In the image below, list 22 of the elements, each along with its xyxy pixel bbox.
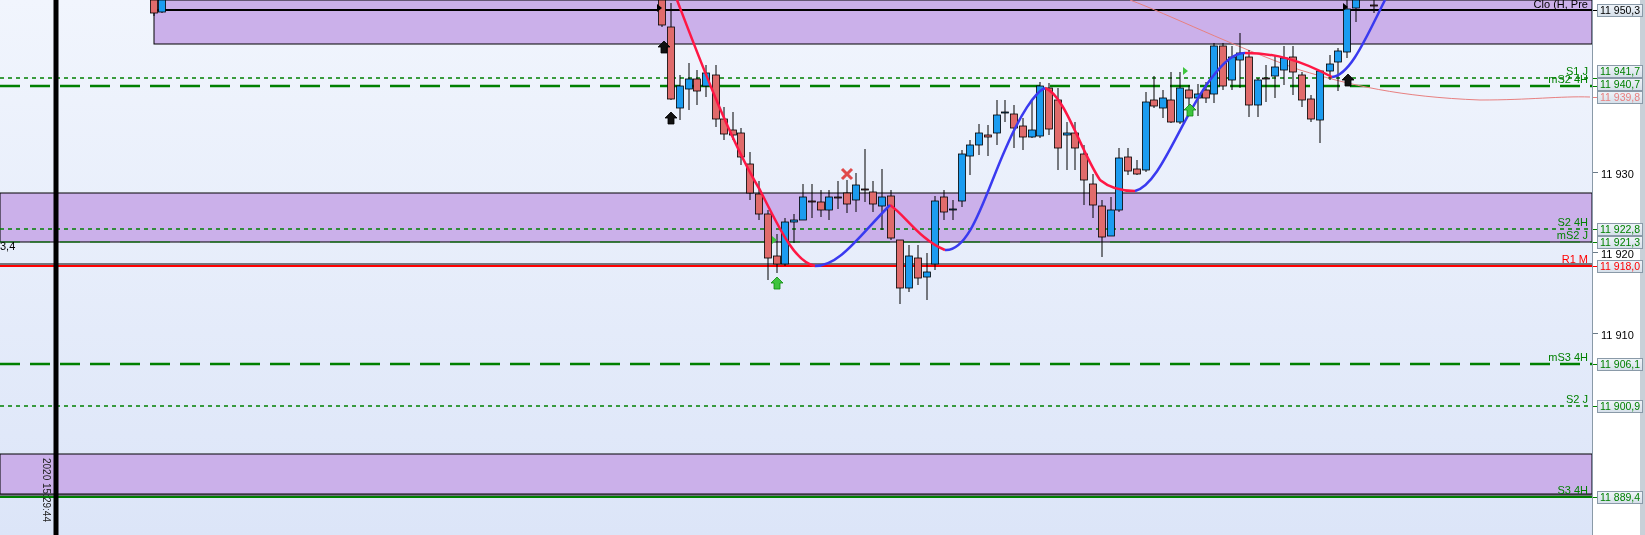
price-tag: 11 939,8 — [1597, 91, 1644, 104]
level-label: S3 4H — [1557, 484, 1588, 496]
timestamp-label: 2020 15:29:44 — [41, 458, 52, 522]
price-tag: 11 940,7 — [1597, 78, 1644, 91]
level-label: R1 M — [1561, 253, 1588, 265]
price-tag: 11 889,4 — [1597, 491, 1644, 504]
level-label: mS2 J — [1556, 229, 1588, 241]
level-label: S2 J — [1566, 393, 1588, 405]
level-label: mS3 4H — [1548, 351, 1588, 363]
level-label: Clo (H, Pre — [1533, 0, 1588, 10]
price-tag: 11 906,1 — [1597, 358, 1644, 371]
axis-tick-label: 11 930 — [1601, 169, 1634, 179]
axis-tick-label: 11 910 — [1601, 330, 1634, 340]
price-tag: 11 922,8 — [1597, 223, 1644, 236]
price-tag: 11 921,3 — [1597, 236, 1644, 249]
axis-tick-label: 11 920 — [1601, 249, 1634, 259]
price-tag: 11 941,7 — [1597, 65, 1644, 78]
level-label: S2 4H — [1557, 216, 1588, 228]
price-label: 3,4 — [0, 240, 16, 252]
price-tag: 11 900,9 — [1597, 400, 1644, 413]
price-tag: 11 918,0 — [1597, 260, 1644, 273]
price-tag: 11 950,3 — [1597, 4, 1644, 17]
